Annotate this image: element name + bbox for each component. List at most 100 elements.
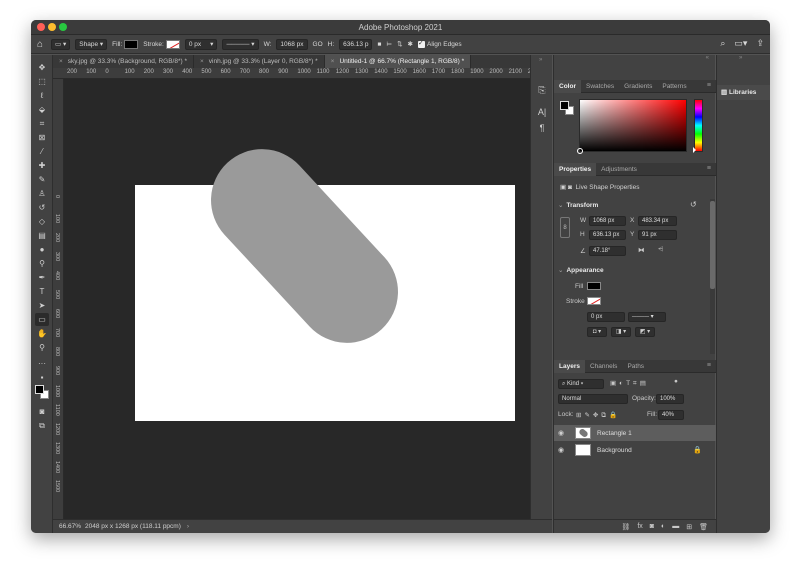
crop-tool-icon[interactable]: ⌗ xyxy=(35,117,49,130)
eyedropper-tool-icon[interactable]: ⁄ xyxy=(35,145,49,158)
tab-gradients[interactable]: Gradients xyxy=(619,80,657,93)
mode-select[interactable]: Shape ▾ xyxy=(75,38,108,50)
appearance-section-header[interactable]: ⌄ Appearance xyxy=(558,266,604,274)
history-panel-icon[interactable]: ⎘ xyxy=(536,85,548,97)
path-operations-icon[interactable]: ■ xyxy=(377,41,381,48)
y-position-field[interactable]: 91 px xyxy=(638,230,677,240)
layer-fill-field[interactable]: 40% xyxy=(658,410,684,420)
stroke-width-field[interactable]: 0 px xyxy=(587,312,625,322)
pen-tool-icon[interactable]: ✒ xyxy=(35,271,49,284)
add-mask-icon[interactable]: ◙ xyxy=(650,523,654,530)
transform-section-header[interactable]: ⌄ Transform xyxy=(558,201,598,209)
foreground-background-swatches[interactable] xyxy=(35,385,49,399)
angle-field[interactable]: 47.18° xyxy=(589,246,626,256)
close-icon[interactable]: × xyxy=(331,58,335,65)
collapse-panels-icon[interactable]: « xyxy=(706,55,709,61)
hand-tool-icon[interactable]: ✋ xyxy=(35,327,49,340)
fill-control[interactable]: Fill: xyxy=(112,39,139,49)
clone-stamp-tool-icon[interactable]: ♙ xyxy=(35,187,49,200)
tab-channels[interactable]: Channels xyxy=(585,360,622,373)
stroke-control[interactable]: Stroke: xyxy=(143,39,180,49)
flip-horizontal-icon[interactable]: ⧓ xyxy=(638,246,645,254)
picker-cursor[interactable] xyxy=(577,148,583,154)
lock-options-icons[interactable]: ⊞✎✥⧉🔒 xyxy=(576,411,620,420)
color-panel-menu-icon[interactable]: ≡ xyxy=(707,82,711,89)
marquee-tool-icon[interactable]: ⬚ xyxy=(35,75,49,88)
stroke-swatch[interactable] xyxy=(587,297,601,305)
adjustment-layer-icon[interactable]: ◐ xyxy=(661,523,665,530)
new-layer-icon[interactable]: ⊞ xyxy=(686,523,692,531)
eye-icon[interactable]: ◉ xyxy=(558,429,572,437)
filter-toggle-icon[interactable]: ● xyxy=(674,378,678,385)
flip-vertical-icon[interactable]: ⩤ xyxy=(658,246,663,254)
stroke-type-field[interactable]: ──── ▾ xyxy=(628,312,666,322)
path-selection-tool-icon[interactable]: ➤ xyxy=(35,299,49,312)
path-alignment-icon[interactable]: ⊨ xyxy=(386,40,392,48)
rectangle-tool-icon[interactable]: ▭ xyxy=(35,313,49,326)
layer-row-rectangle-1[interactable]: ◉ Rectangle 1 xyxy=(554,425,716,441)
healing-brush-tool-icon[interactable]: ✚ xyxy=(35,159,49,172)
foreground-color-swatch[interactable] xyxy=(35,385,44,394)
stroke-align-icon[interactable]: ◘ ▾ xyxy=(587,327,607,337)
history-brush-tool-icon[interactable]: ↺ xyxy=(35,201,49,214)
layer-filter-icons[interactable]: ▣◐T⌗▤ xyxy=(610,379,649,388)
brush-tool-icon[interactable]: ✎ xyxy=(35,173,49,186)
align-edges-checkbox[interactable]: Align Edges xyxy=(417,39,462,48)
tab-document-2[interactable]: × vinh.jpg @ 33.3% (Layer 0, RGB/8*) * xyxy=(194,55,325,68)
fill-swatch[interactable] xyxy=(587,282,601,290)
path-arrangement-icon[interactable]: ⇅ xyxy=(397,40,402,48)
zoom-tool-icon[interactable]: ⚲ xyxy=(35,341,49,354)
quick-mask-icon[interactable]: ◙ xyxy=(35,405,49,418)
panel-grip-icon[interactable]: » xyxy=(539,57,542,63)
color-picker-field[interactable] xyxy=(577,99,687,154)
tab-properties[interactable]: Properties xyxy=(554,163,597,176)
stroke-width-input[interactable]: 0 px ▾ xyxy=(184,38,218,50)
layer-filter-kind[interactable]: ⌕ Kind ▾ xyxy=(558,379,604,389)
close-icon[interactable]: × xyxy=(59,58,63,65)
share-icon[interactable]: ⇪ xyxy=(756,38,764,49)
tab-patterns[interactable]: Patterns xyxy=(657,80,691,93)
close-icon[interactable]: × xyxy=(200,58,204,65)
layer-row-background[interactable]: ◉ Background 🔒 xyxy=(554,442,716,458)
x-position-field[interactable]: 483.34 px xyxy=(638,216,677,226)
stroke-join-icon[interactable]: ◩ ▾ xyxy=(635,327,655,337)
character-panel-icon[interactable]: A| xyxy=(536,107,548,119)
tab-swatches[interactable]: Swatches xyxy=(581,80,619,93)
properties-panel-menu-icon[interactable]: ≡ xyxy=(707,165,711,172)
object-selection-tool-icon[interactable]: ⬙ xyxy=(35,103,49,116)
tab-adjustments[interactable]: Adjustments xyxy=(596,163,642,176)
layer-style-icon[interactable]: fx xyxy=(637,523,642,530)
link-layers-icon[interactable]: ⛓ xyxy=(621,523,630,531)
new-group-icon[interactable]: ▬ xyxy=(672,523,679,530)
opacity-field[interactable]: 100% xyxy=(656,394,684,404)
paragraph-panel-icon[interactable]: ¶ xyxy=(536,123,548,135)
chevron-right-icon[interactable]: › xyxy=(187,523,189,530)
trash-icon[interactable]: 🗑 xyxy=(699,523,708,531)
stroke-cap-icon[interactable]: ◨ ▾ xyxy=(611,327,631,337)
reset-transform-icon[interactable]: ↺ xyxy=(690,200,697,209)
color-panel-swatches[interactable] xyxy=(560,101,575,116)
width-field[interactable]: 1068 px xyxy=(589,216,626,226)
blur-tool-icon[interactable]: ● xyxy=(35,243,49,256)
lasso-tool-icon[interactable]: ℓ xyxy=(35,89,49,102)
height-field[interactable]: 636.13 px xyxy=(589,230,626,240)
eye-icon[interactable]: ◉ xyxy=(558,446,572,454)
default-colors-icon[interactable]: ▪ xyxy=(35,371,49,384)
properties-scroll-thumb[interactable] xyxy=(710,201,715,289)
tool-preset-picker[interactable]: ▭ ▾ xyxy=(51,38,71,50)
libraries-tab[interactable]: ▥ Libraries xyxy=(717,85,770,100)
link-dimensions-icon[interactable]: GO xyxy=(313,41,323,48)
frame-tool-icon[interactable]: ⊠ xyxy=(35,131,49,144)
search-icon[interactable]: ⌕ xyxy=(720,38,725,49)
gear-icon[interactable]: ✱ xyxy=(408,40,413,48)
eraser-tool-icon[interactable]: ◇ xyxy=(35,215,49,228)
hue-slider[interactable] xyxy=(693,99,703,153)
stroke-swatch[interactable] xyxy=(165,39,180,49)
tab-document-3[interactable]: × Untitled-1 @ 66.7% (Rectangle 1, RGB/8)… xyxy=(324,55,472,68)
screen-mode-icon[interactable]: ⧉ xyxy=(35,419,49,432)
panel-grip-icon[interactable]: » xyxy=(739,55,742,61)
tab-paths[interactable]: Paths xyxy=(622,360,649,373)
color-foreground-swatch[interactable] xyxy=(560,101,569,110)
blend-mode-select[interactable]: Normal xyxy=(558,394,628,404)
zoom-level[interactable]: 66.67% xyxy=(59,523,85,530)
